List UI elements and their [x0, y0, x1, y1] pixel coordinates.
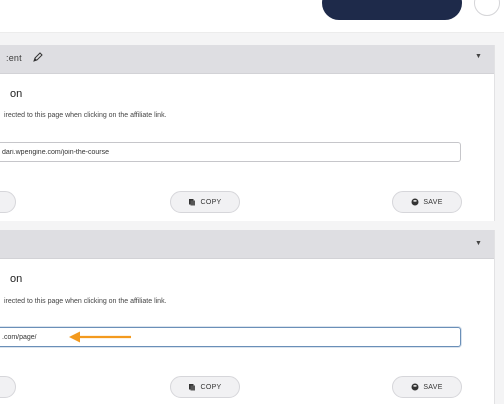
affiliate-panel-2: ▼ on irected to this page when clicking … — [0, 230, 495, 404]
disk-icon — [411, 198, 419, 206]
affiliate-settings-page: :ent ▼ on irected to this page when clic… — [0, 0, 504, 404]
clipboard-icon — [189, 199, 196, 206]
save-button[interactable]: SAVE — [392, 191, 462, 213]
secondary-button[interactable] — [0, 191, 16, 213]
panel-header[interactable]: ▼ — [0, 230, 494, 259]
arrow-left-icon — [69, 331, 131, 343]
copy-button-label: COPY — [200, 383, 222, 391]
copy-button[interactable]: COPY — [170, 191, 240, 213]
save-button-label: SAVE — [423, 198, 443, 206]
panel-header-title: :ent — [6, 53, 22, 63]
redirect-url-input[interactable] — [0, 142, 461, 162]
section-description: irected to this page when clicking on th… — [4, 298, 167, 305]
caret-down-icon[interactable]: ▼ — [475, 240, 483, 248]
save-button[interactable]: SAVE — [392, 376, 462, 398]
disk-icon — [411, 383, 419, 391]
secondary-button[interactable] — [0, 376, 16, 398]
section-title: on — [10, 88, 23, 100]
pencil-icon[interactable] — [32, 51, 44, 63]
top-toolbar — [0, 0, 504, 33]
copy-button[interactable]: COPY — [170, 376, 240, 398]
help-circle-button[interactable] — [474, 0, 500, 16]
copy-button-label: COPY — [200, 198, 222, 206]
clipboard-icon — [189, 384, 196, 391]
caret-down-icon[interactable]: ▼ — [475, 53, 483, 61]
primary-action-button[interactable] — [322, 0, 462, 20]
affiliate-panel-1: :ent ▼ on irected to this page when clic… — [0, 45, 495, 221]
section-title: on — [10, 273, 23, 285]
save-button-label: SAVE — [423, 383, 443, 391]
section-description: irected to this page when clicking on th… — [4, 112, 167, 119]
panel-header[interactable]: :ent ▼ — [0, 45, 494, 74]
